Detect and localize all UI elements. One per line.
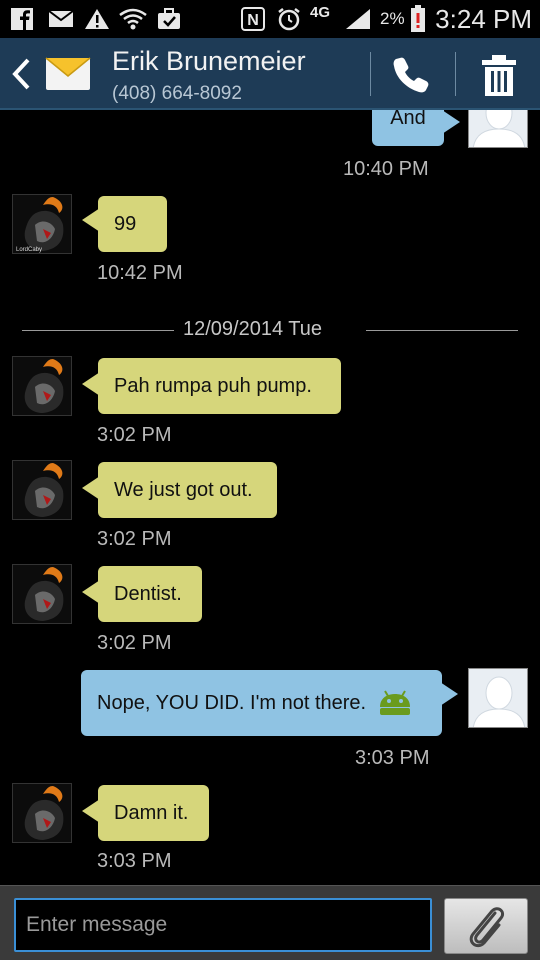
contact-name: Erik Brunemeier	[112, 46, 306, 76]
user-silhouette-icon	[469, 110, 527, 147]
svg-text:N: N	[247, 12, 259, 29]
message-text: Nope, YOU DID. I'm not there.	[97, 691, 367, 714]
message-text: Dentist.	[114, 582, 182, 605]
android-icon	[380, 690, 411, 715]
user-silhouette-icon	[469, 669, 527, 727]
attach-button[interactable]	[444, 898, 528, 954]
clock: 3:24 PM	[435, 4, 532, 34]
outgoing-message-bubble[interactable]: And	[372, 110, 444, 146]
message-input[interactable]	[14, 898, 432, 952]
battery-percent: 2%	[380, 9, 405, 28]
my-avatar	[468, 110, 528, 148]
contact-avatar[interactable]	[12, 460, 72, 520]
bubble-tail	[442, 110, 460, 134]
message-timestamp: 3:02 PM	[97, 424, 172, 446]
contact-avatar-image	[13, 784, 71, 842]
message-text: We just got out.	[114, 478, 253, 501]
messages-app-icon[interactable]	[44, 52, 92, 96]
briefcase-icon	[158, 8, 180, 29]
incoming-message-bubble[interactable]: Dentist.	[98, 566, 202, 622]
incoming-message-bubble[interactable]: Pah rumpa puh pump.	[98, 358, 341, 414]
nfc-icon: N	[241, 7, 265, 31]
incoming-message-bubble[interactable]: We just got out.	[98, 462, 277, 518]
contact-phone: (408) 664-8092	[112, 83, 242, 104]
contact-avatar[interactable]: LordCaby	[12, 194, 72, 254]
message-text: And	[390, 110, 426, 129]
mail-icon	[48, 10, 74, 27]
wifi-icon	[119, 8, 147, 30]
date-separator: 12/09/2014 Tue	[183, 318, 323, 340]
header-divider	[455, 52, 456, 96]
conversation-header: Erik Brunemeier (408) 664-8092	[0, 38, 540, 110]
message-text: Pah rumpa puh pump.	[114, 374, 312, 397]
call-button[interactable]	[390, 54, 434, 96]
message-timestamp: 10:40 PM	[343, 158, 429, 180]
composer-bar	[0, 885, 540, 960]
contact-avatar[interactable]	[12, 783, 72, 843]
message-timestamp: 10:42 PM	[97, 262, 183, 284]
back-arrow-icon[interactable]	[10, 56, 32, 92]
status-bar: N 4G 2% 3:24 PM	[0, 0, 540, 38]
battery-icon	[411, 5, 425, 32]
incoming-message-bubble[interactable]: Damn it.	[98, 785, 209, 841]
contact-avatar[interactable]	[12, 356, 72, 416]
header-divider	[370, 52, 371, 96]
message-timestamp: 3:03 PM	[97, 850, 172, 872]
bubble-tail	[440, 682, 458, 706]
facebook-icon	[11, 8, 33, 30]
date-separator-line	[366, 330, 518, 331]
outgoing-message-bubble[interactable]: Nope, YOU DID. I'm not there.	[81, 670, 442, 736]
contact-avatar-image	[13, 565, 71, 623]
message-text: 99	[114, 212, 137, 235]
my-avatar	[468, 668, 528, 728]
message-timestamp: 3:02 PM	[97, 632, 172, 654]
avatar-caption: LordCaby	[16, 247, 42, 253]
delete-button[interactable]	[474, 52, 524, 98]
date-separator-line	[22, 330, 174, 331]
warning-icon	[85, 9, 109, 29]
paperclip-icon	[469, 907, 505, 948]
conversation-list[interactable]: And 10:40 PM LordCaby 99 10:42 PM 12/09/…	[0, 110, 540, 885]
signal-icon	[346, 9, 370, 29]
incoming-message-bubble[interactable]: 99	[98, 196, 167, 252]
network-type-label: 4G	[310, 4, 331, 21]
alarm-icon	[278, 8, 300, 31]
contact-avatar-image: LordCaby	[13, 195, 71, 253]
contact-avatar-image	[13, 357, 71, 415]
message-timestamp: 3:03 PM	[355, 747, 430, 769]
contact-avatar[interactable]	[12, 564, 72, 624]
message-text: Damn it.	[114, 801, 189, 824]
message-timestamp: 3:02 PM	[97, 528, 172, 550]
contact-avatar-image	[13, 461, 71, 519]
